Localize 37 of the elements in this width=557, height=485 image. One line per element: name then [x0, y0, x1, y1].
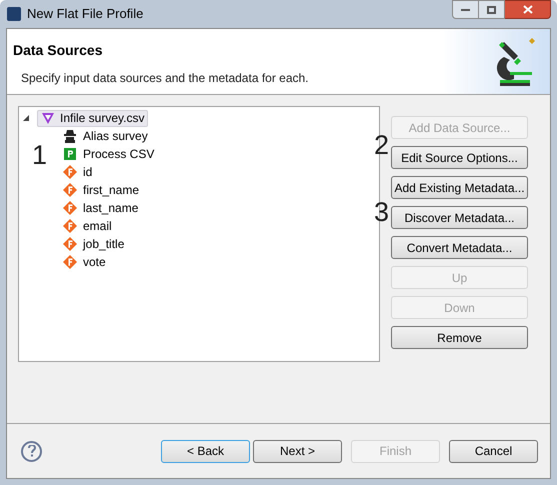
- tree-item[interactable]: vote: [63, 253, 379, 271]
- question-mark-icon: [28, 445, 36, 457]
- side-button[interactable]: Edit Source Options...: [391, 146, 528, 169]
- tree-item[interactable]: first_name: [63, 181, 379, 199]
- field-diamond-icon: [63, 219, 77, 233]
- field-diamond-icon: [63, 201, 77, 215]
- spy-icon: [63, 129, 77, 143]
- p-square-icon: [63, 147, 77, 161]
- expand-arrow-icon[interactable]: [23, 115, 29, 121]
- help-button[interactable]: [21, 440, 42, 462]
- tree-item[interactable]: job_title: [63, 235, 379, 253]
- tree-item[interactable]: id: [63, 163, 379, 181]
- minimize-button[interactable]: [452, 0, 479, 19]
- microscope-icon: [494, 35, 538, 87]
- app-logo-icon: [7, 7, 21, 21]
- side-button[interactable]: Convert Metadata...: [391, 236, 528, 259]
- side-button[interactable]: Discover Metadata...: [391, 206, 528, 229]
- side-button[interactable]: Remove: [391, 326, 528, 349]
- wizard-button[interactable]: Cancel: [449, 440, 538, 462]
- close-button[interactable]: [505, 0, 551, 19]
- step-number: 3: [374, 199, 390, 226]
- page-title: Data Sources: [13, 41, 104, 60]
- field-diamond-icon: [63, 255, 77, 269]
- page-description: Specify input data sources and the metadata for each.: [21, 70, 309, 87]
- close-icon: [522, 5, 532, 14]
- step-number: 1: [32, 142, 48, 169]
- side-button[interactable]: Add Existing Metadata...: [391, 176, 528, 199]
- wizard-button[interactable]: Next >: [253, 440, 342, 462]
- maximize-button[interactable]: [479, 0, 505, 19]
- wizard-button[interactable]: < Back: [161, 440, 250, 462]
- step-number: 2: [374, 132, 390, 159]
- field-diamond-icon: [63, 165, 77, 179]
- funnel-icon: [41, 111, 55, 125]
- field-diamond-icon: [63, 237, 77, 251]
- field-diamond-icon: [63, 183, 77, 197]
- window-title: New Flat File Profile: [27, 5, 144, 24]
- tree-item[interactable]: Infile survey.csv: [37, 110, 148, 126]
